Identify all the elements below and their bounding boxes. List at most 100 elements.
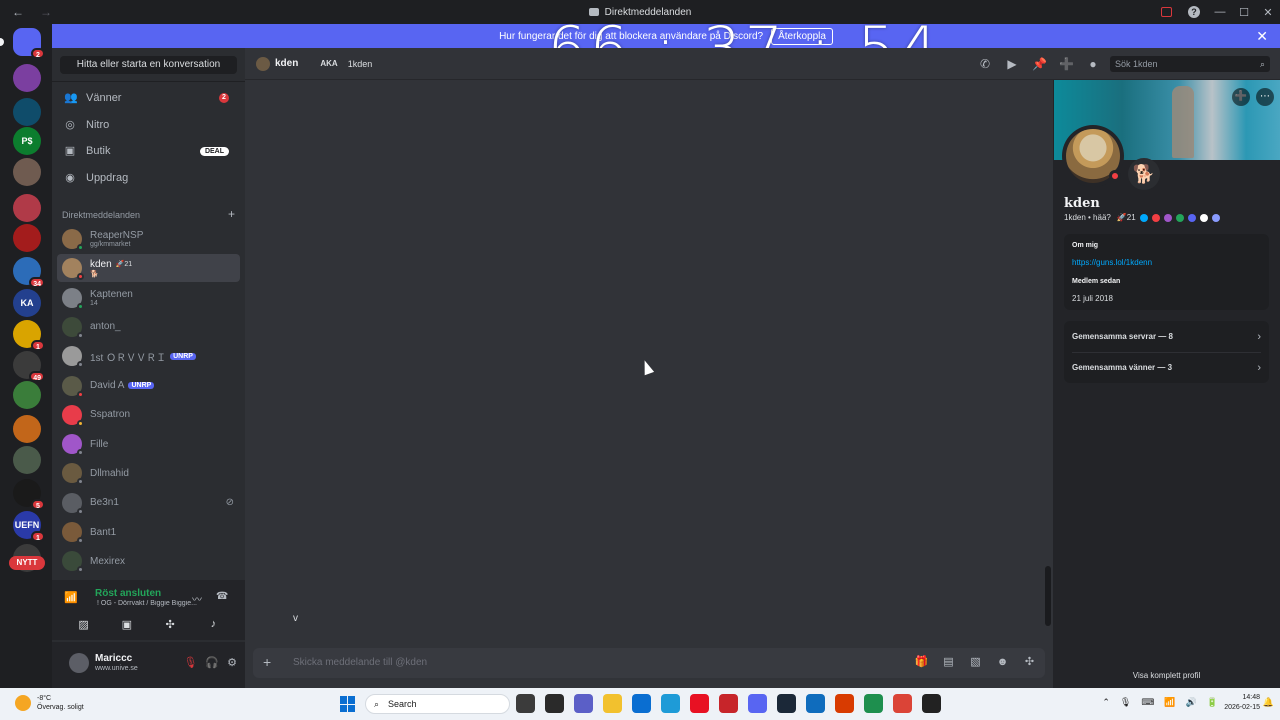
- discord-taskbar-icon[interactable]: [748, 694, 767, 713]
- store-icon[interactable]: [632, 694, 651, 713]
- dm-item[interactable]: anton_: [57, 313, 240, 341]
- server-icon[interactable]: 34: [13, 257, 45, 288]
- windows-start-icon[interactable]: [340, 696, 356, 712]
- server-icon[interactable]: [13, 158, 41, 186]
- pin-icon[interactable]: 📌: [1032, 57, 1047, 71]
- antivirus-icon[interactable]: [719, 694, 738, 713]
- dm-item[interactable]: Mexirex: [57, 547, 240, 575]
- voice-channel[interactable]: ! OG - Dörrvakt / Biggie Biggie...: [97, 600, 227, 607]
- office-icon[interactable]: [835, 694, 854, 713]
- file-explorer-icon[interactable]: [603, 694, 622, 713]
- user-avatar[interactable]: [69, 653, 89, 673]
- obs-icon[interactable]: [545, 694, 564, 713]
- mutual-servers-row[interactable]: Gemensamma servrar — 8 ›: [1064, 321, 1269, 352]
- tray-icon[interactable]: 📶: [1164, 697, 1175, 708]
- sticker-icon[interactable]: ▧: [968, 656, 983, 668]
- profile-badge-icon[interactable]: [1175, 213, 1184, 222]
- server-icon[interactable]: 49: [13, 351, 45, 382]
- server-icon[interactable]: [13, 381, 41, 409]
- dm-item[interactable]: Fille: [57, 430, 240, 458]
- profile-badge-icon[interactable]: [1151, 213, 1160, 222]
- app-green-icon[interactable]: [864, 694, 883, 713]
- teams-icon[interactable]: [574, 694, 593, 713]
- camera-off-icon[interactable]: ▨: [73, 618, 95, 634]
- profile-avatar[interactable]: [1062, 125, 1124, 187]
- dm-item[interactable]: kden 🚀21 🐕: [57, 254, 240, 283]
- find-conversation-button[interactable]: Hitta eller starta en konversation: [60, 56, 237, 74]
- dm-item[interactable]: Kaptenen 14: [57, 284, 240, 312]
- close-window-button[interactable]: ✕: [1256, 6, 1280, 19]
- nav-item-friends[interactable]: 👥 Vänner 2: [60, 86, 237, 110]
- voice-signal-icon[interactable]: 📶: [64, 591, 78, 604]
- mute-icon[interactable]: 🎙: [183, 656, 197, 669]
- alert-icon[interactable]: [1161, 7, 1172, 17]
- soundboard-icon[interactable]: ♪: [202, 618, 224, 634]
- video-call-icon[interactable]: ▶: [1005, 57, 1019, 71]
- forward-arrow-icon[interactable]: →: [36, 5, 56, 19]
- dm-item[interactable]: Bant1: [57, 518, 240, 546]
- dm-item[interactable]: Be3n1 ⊘: [57, 489, 240, 517]
- disconnect-icon[interactable]: ☎: [216, 591, 228, 602]
- screen-share-icon[interactable]: ▣: [116, 618, 138, 634]
- dm-item[interactable]: 1st ＯＲＶＶＲＩ UNRP: [57, 342, 240, 370]
- profile-badge-icon[interactable]: [1211, 213, 1220, 222]
- server-icon[interactable]: 5: [13, 479, 45, 510]
- profile-badge-icon[interactable]: [1163, 213, 1172, 222]
- dm-item[interactable]: Dllmahid: [57, 459, 240, 487]
- dm-item[interactable]: David A UNRP: [57, 372, 240, 400]
- profile-badge-icon[interactable]: [1187, 213, 1196, 222]
- profile-badge-icon[interactable]: [1199, 213, 1208, 222]
- maximize-button[interactable]: ☐: [1232, 6, 1256, 19]
- minimize-button[interactable]: —: [1208, 6, 1232, 18]
- voice-status[interactable]: Röst ansluten: [95, 588, 161, 599]
- gift-icon[interactable]: 🎁: [914, 656, 929, 668]
- nav-item-shop[interactable]: ▣ Butik DEAL: [60, 139, 237, 163]
- outlook-icon[interactable]: [806, 694, 825, 713]
- attach-plus-icon[interactable]: +: [263, 655, 271, 669]
- more-icon[interactable]: ⋯: [1256, 88, 1274, 106]
- clock[interactable]: 14:48 2026-02-15: [1224, 693, 1260, 713]
- mutual-friends-row[interactable]: Gemensamma vänner — 3 ›: [1064, 352, 1269, 383]
- message-input[interactable]: + Skicka meddelande till @kden 🎁 ▤ ▧ ☻ ✣: [253, 648, 1045, 678]
- server-icon[interactable]: UEFN 1: [13, 511, 45, 542]
- tray-icon[interactable]: 🔋: [1207, 697, 1218, 708]
- activity-icon[interactable]: ✣: [159, 618, 181, 634]
- back-arrow-icon[interactable]: ←: [0, 5, 36, 19]
- profile-toggle-icon[interactable]: ●: [1086, 57, 1100, 71]
- profile-badge-icon[interactable]: [1139, 213, 1148, 222]
- dm-item[interactable]: Sspatron: [57, 401, 240, 429]
- profile-link[interactable]: https://guns.lol/1kdenn: [1072, 258, 1152, 267]
- dm-item[interactable]: ReaperNSP gg/kmmarket: [57, 225, 240, 253]
- task-view-icon[interactable]: [516, 694, 535, 713]
- add-friend-icon[interactable]: ➕: [1232, 88, 1250, 106]
- server-icon[interactable]: [13, 194, 41, 222]
- create-dm-icon[interactable]: +: [228, 208, 235, 220]
- server-icon[interactable]: [13, 415, 41, 443]
- message-area[interactable]: [245, 80, 1053, 628]
- edge-icon[interactable]: [661, 694, 680, 713]
- nav-item-nitro[interactable]: ◎ Nitro: [60, 113, 237, 137]
- server-icon[interactable]: [13, 446, 41, 474]
- chat-avatar[interactable]: [256, 56, 270, 71]
- app-red-icon[interactable]: [690, 694, 709, 713]
- chat-search-input[interactable]: Sök 1kden ⌕: [1110, 56, 1270, 72]
- tray-icon[interactable]: 🔊: [1186, 697, 1197, 708]
- apps-icon[interactable]: ✣: [1022, 656, 1037, 668]
- deafen-icon[interactable]: 🎧: [205, 656, 219, 669]
- message-scrollbar[interactable]: [1045, 566, 1051, 626]
- discord-home-icon[interactable]: 2: [0, 28, 45, 59]
- settings-gear-icon[interactable]: ⚙: [227, 656, 237, 669]
- steam-icon[interactable]: [777, 694, 796, 713]
- taskbar-search-input[interactable]: ⌕ Search: [365, 694, 510, 714]
- weather-widget[interactable]: -8°C Övervag. soligt: [15, 694, 84, 712]
- server-icon[interactable]: [13, 224, 41, 252]
- server-icon[interactable]: [13, 98, 41, 126]
- tray-icon[interactable]: ⌃: [1102, 697, 1110, 708]
- app-dark-icon[interactable]: [922, 694, 941, 713]
- tray-icon[interactable]: ⌨: [1141, 697, 1154, 708]
- chat-title[interactable]: kden: [275, 58, 298, 69]
- user-name[interactable]: Mariccc: [95, 653, 132, 664]
- voice-call-icon[interactable]: ✆: [978, 57, 992, 71]
- view-full-profile-link[interactable]: Visa komplett profil: [1053, 671, 1280, 680]
- notification-bell-icon[interactable]: 🔔: [1263, 697, 1274, 708]
